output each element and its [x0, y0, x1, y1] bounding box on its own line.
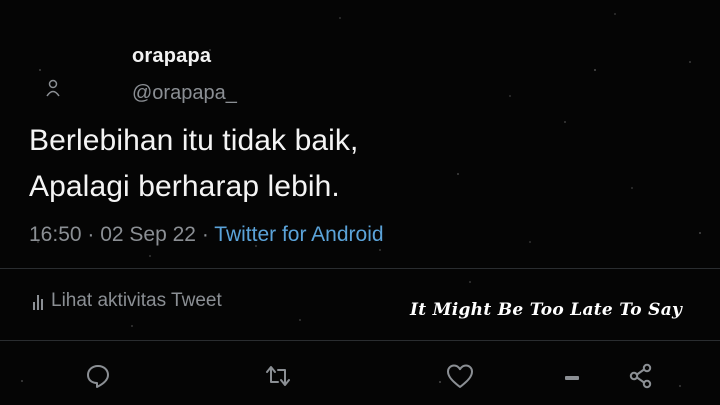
reply-icon: [87, 365, 109, 388]
share-button[interactable]: [625, 360, 657, 392]
tweet-meta: 16:50 · 02 Sep 22 · Twitter for Android: [29, 223, 384, 247]
display-name[interactable]: orapapa: [132, 45, 211, 68]
like-button[interactable]: [444, 360, 476, 392]
meta-separator: ·: [196, 223, 215, 246]
tweet-time: 16:50: [29, 223, 82, 246]
retweet-button[interactable]: [262, 360, 294, 392]
heart-icon: [447, 364, 473, 388]
divider: [0, 268, 720, 269]
retweet-icon: [266, 366, 290, 386]
meta-separator: ·: [81, 223, 101, 246]
avatar-icon[interactable]: [44, 78, 62, 98]
view-activity-label: Lihat aktivitas Tweet: [51, 290, 222, 311]
divider: [0, 340, 720, 341]
share-icon: [629, 363, 652, 389]
reply-button[interactable]: [82, 360, 114, 392]
tweet-text-line-1: Berlebihan itu tidak baik,: [29, 124, 359, 157]
bookmark-icon: [565, 376, 579, 380]
view-activity-button[interactable]: Lihat aktivitas Tweet: [33, 290, 222, 312]
tweet-source-link[interactable]: Twitter for Android: [214, 223, 383, 246]
user-handle[interactable]: @orapapa_: [132, 82, 237, 105]
tweet-text-line-2: Apalagi berharap lebih.: [29, 170, 340, 203]
bookmark-button[interactable]: [556, 360, 588, 392]
overlay-caption: It Might Be Too Late To Say: [410, 300, 683, 320]
bar-chart-icon: [33, 292, 43, 310]
tweet-date[interactable]: 02 Sep 22: [100, 223, 196, 246]
